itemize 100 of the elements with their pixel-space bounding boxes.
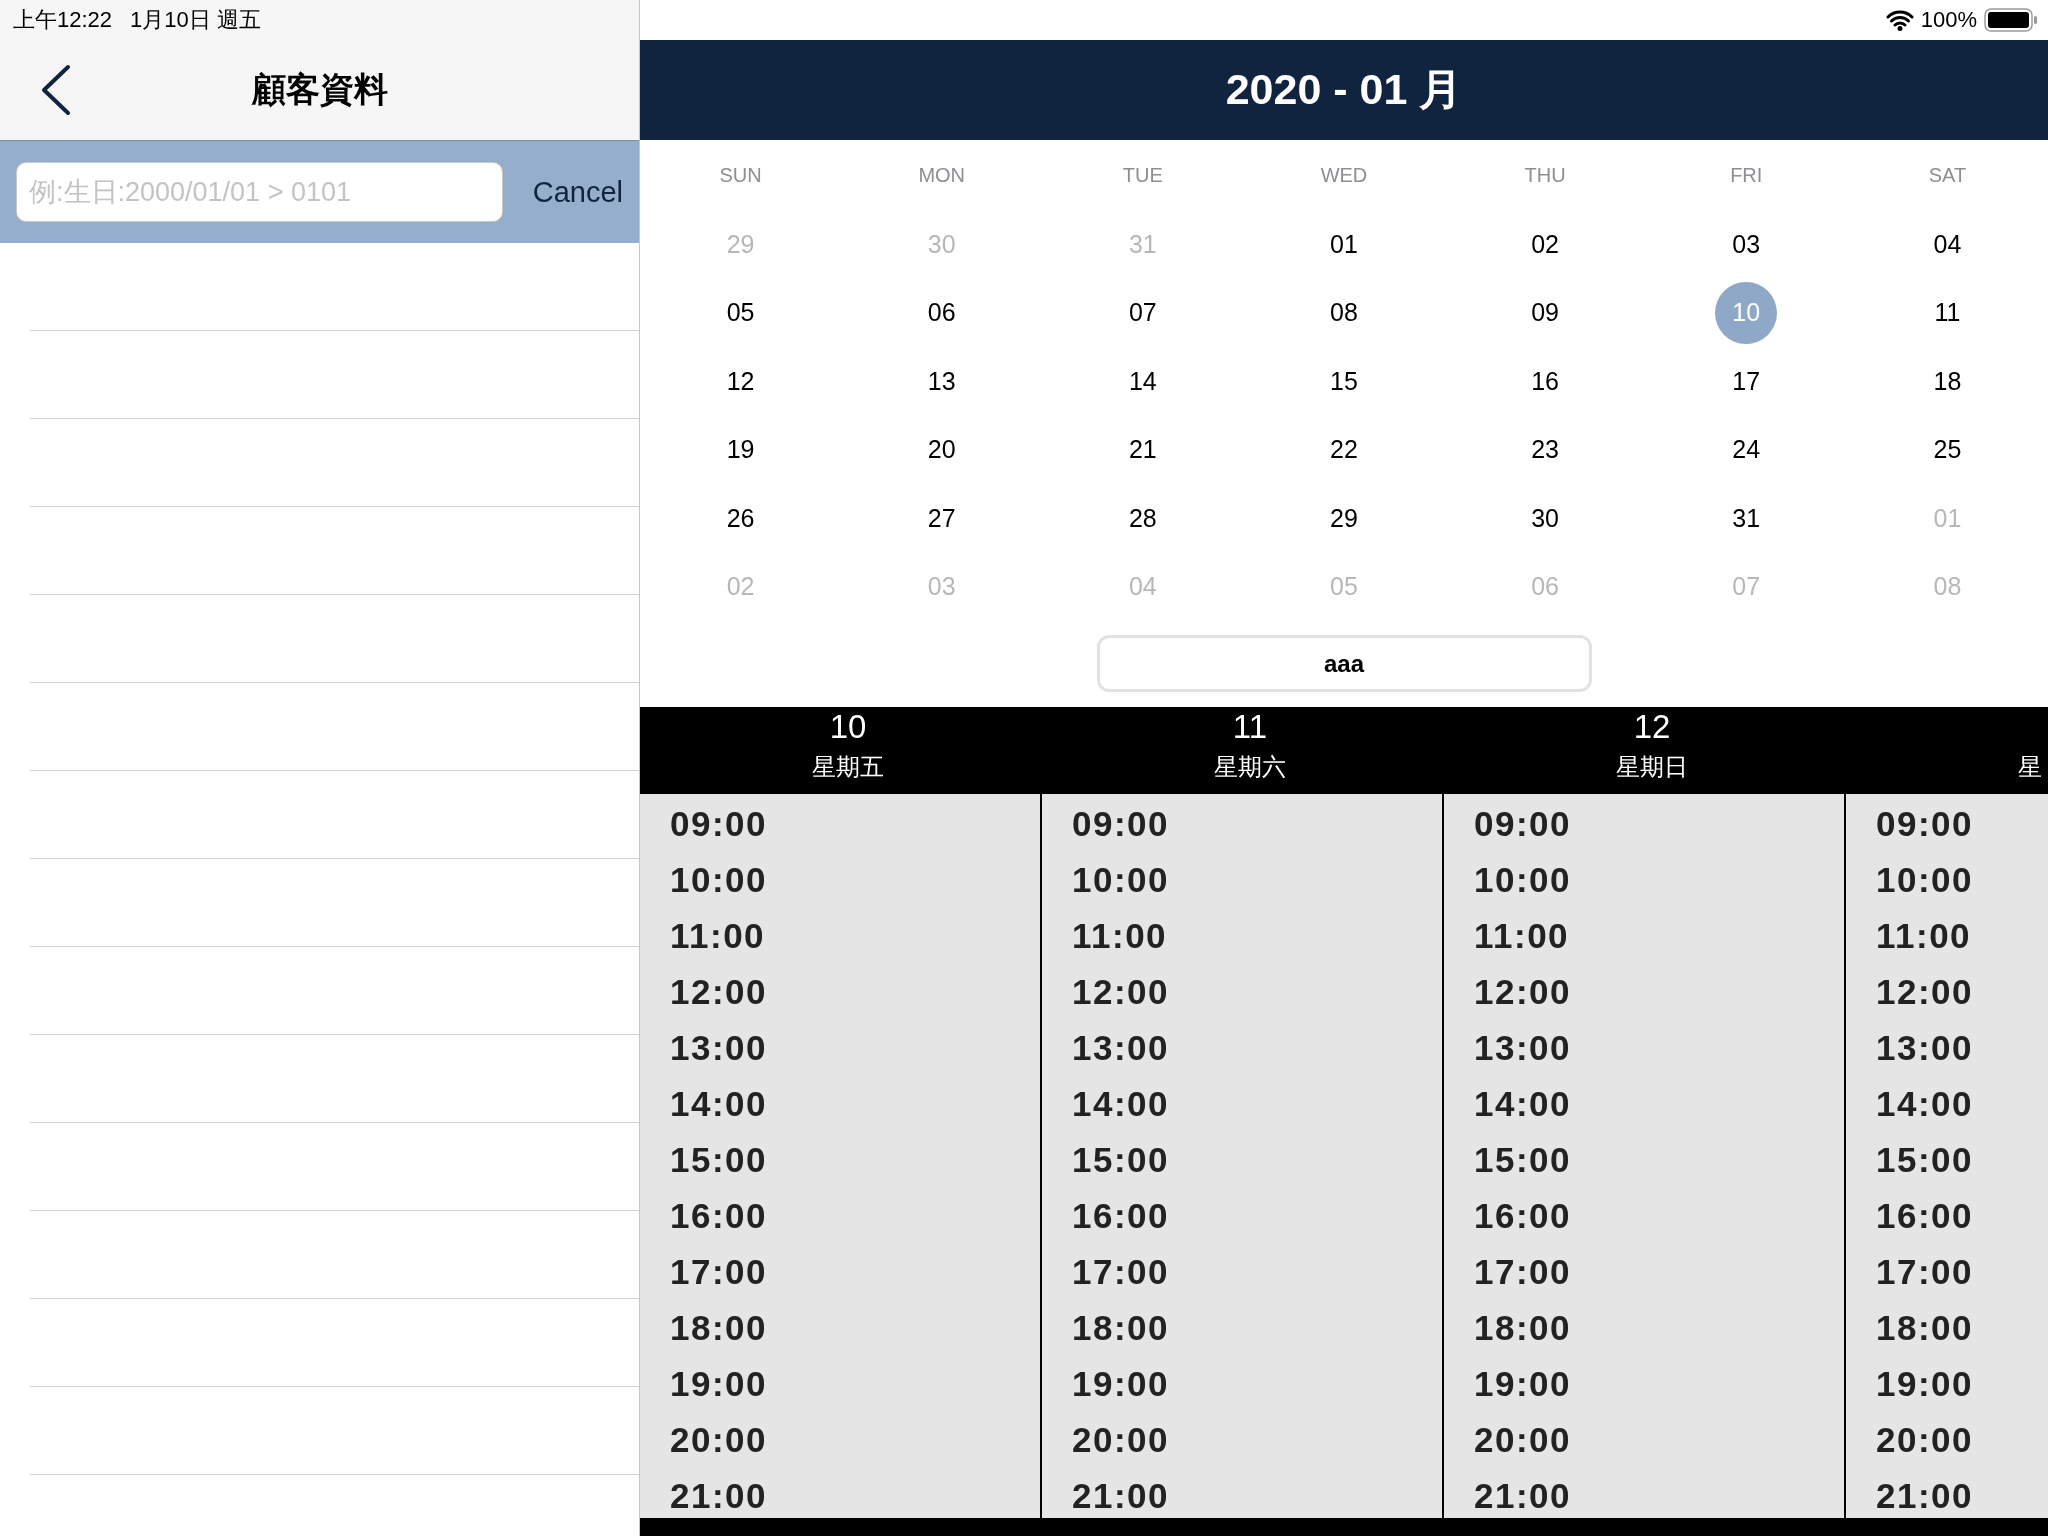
weekday-label: SUN xyxy=(719,163,762,187)
time-slot[interactable]: 17:00 xyxy=(1072,1250,1170,1294)
calendar-day[interactable]: 07 xyxy=(1111,281,1174,344)
calendar-day[interactable]: 23 xyxy=(1514,418,1577,481)
weekday-label: 星期六 xyxy=(1214,752,1286,782)
time-slot[interactable]: 13:00 xyxy=(1072,1026,1170,1070)
time-slot[interactable]: 21:00 xyxy=(1876,1474,1974,1518)
weekday-label: WED xyxy=(1320,163,1368,187)
time-slot[interactable]: 11:00 xyxy=(670,914,766,958)
day-number: 10 xyxy=(829,708,867,746)
wifi-icon xyxy=(1885,9,1914,31)
calendar-day[interactable]: 28 xyxy=(1111,487,1174,550)
time-slot[interactable]: 18:00 xyxy=(670,1306,768,1350)
calendar-day[interactable]: 08 xyxy=(1313,281,1375,344)
calendar-day[interactable]: 13 xyxy=(910,350,973,413)
time-slot[interactable]: 18:00 xyxy=(1072,1306,1170,1350)
time-slot[interactable]: 17:00 xyxy=(1474,1250,1572,1294)
calendar-day[interactable]: 25 xyxy=(1916,418,1979,481)
screen-title: 顧客資料 xyxy=(251,69,388,110)
time-slot[interactable]: 10:00 xyxy=(1072,858,1170,902)
calendar-day[interactable]: 27 xyxy=(910,487,973,550)
time-slot[interactable]: 10:00 xyxy=(1474,858,1572,902)
time-slot[interactable]: 12:00 xyxy=(1474,970,1572,1014)
time-slot[interactable]: 19:00 xyxy=(1072,1362,1170,1406)
time-slot[interactable]: 15:00 xyxy=(670,1138,768,1182)
time-slot[interactable]: 21:00 xyxy=(1072,1474,1170,1518)
time-slot[interactable]: 18:00 xyxy=(1474,1306,1572,1350)
weekday-label: 星期日 xyxy=(1616,752,1688,782)
cancel-button[interactable]: Cancel xyxy=(532,175,623,209)
time-slot[interactable]: 14:00 xyxy=(1876,1082,1974,1126)
calendar-day[interactable]: 03 xyxy=(1715,213,1778,276)
time-slot[interactable]: 16:00 xyxy=(670,1194,768,1238)
calendar-day[interactable]: 20 xyxy=(910,418,973,481)
time-slot[interactable]: 14:00 xyxy=(670,1082,768,1126)
time-slot[interactable]: 20:00 xyxy=(670,1418,768,1462)
calendar-day[interactable]: 24 xyxy=(1715,418,1778,481)
time-slot[interactable]: 11:00 xyxy=(1474,914,1570,958)
chevron-left-icon xyxy=(40,64,72,116)
time-slot[interactable]: 09:00 xyxy=(1474,802,1572,846)
time-slot[interactable]: 09:00 xyxy=(670,802,768,846)
calendar-day[interactable]: 06 xyxy=(910,281,973,344)
time-slot[interactable]: 09:00 xyxy=(1072,802,1170,846)
calendar-day[interactable]: 09 xyxy=(1514,281,1577,344)
time-slot[interactable]: 21:00 xyxy=(1474,1474,1572,1518)
time-slot[interactable]: 16:00 xyxy=(1876,1194,1974,1238)
calendar-day[interactable]: 14 xyxy=(1111,350,1174,413)
calendar-day[interactable]: 15 xyxy=(1313,350,1375,413)
calendar-day[interactable]: 21 xyxy=(1111,418,1174,481)
action-button[interactable]: aaa xyxy=(1096,635,1592,692)
time-slot[interactable]: 10:00 xyxy=(1876,858,1974,902)
battery-percent: 100% xyxy=(1920,7,1977,33)
time-slot[interactable]: 12:00 xyxy=(1876,970,1974,1014)
status-time: 上午12:22 xyxy=(13,6,113,34)
time-slot[interactable]: 15:00 xyxy=(1876,1138,1974,1182)
calendar-day[interactable]: 02 xyxy=(1514,213,1577,276)
calendar-day[interactable]: 29 xyxy=(1313,487,1375,550)
calendar-day[interactable]: 22 xyxy=(1313,418,1375,481)
time-slot[interactable]: 20:00 xyxy=(1474,1418,1572,1462)
time-slot[interactable]: 20:00 xyxy=(1876,1418,1974,1462)
time-slot[interactable]: 11:00 xyxy=(1876,914,1972,958)
weekday-label: FRI xyxy=(1730,163,1763,187)
back-button[interactable] xyxy=(40,64,72,116)
time-slot[interactable]: 10:00 xyxy=(670,858,768,902)
weekday-label: TUE xyxy=(1122,163,1163,187)
calendar-day[interactable]: 26 xyxy=(709,487,772,550)
time-slot[interactable]: 19:00 xyxy=(670,1362,768,1406)
time-slot[interactable]: 11:00 xyxy=(1072,914,1168,958)
time-slot[interactable]: 16:00 xyxy=(1474,1194,1572,1238)
time-slot[interactable]: 21:00 xyxy=(670,1474,768,1518)
calendar-day[interactable]: 12 xyxy=(709,350,772,413)
time-slot[interactable]: 15:00 xyxy=(1072,1138,1170,1182)
month-title: 2020 - 01 月 xyxy=(1225,64,1463,115)
calendar-day[interactable]: 16 xyxy=(1514,350,1577,413)
weekday-label: SAT xyxy=(1928,163,1967,187)
calendar-day[interactable]: 01 xyxy=(1313,213,1375,276)
time-slot[interactable]: 12:00 xyxy=(670,970,768,1014)
time-slot[interactable]: 13:00 xyxy=(1876,1026,1974,1070)
calendar-day[interactable]: 19 xyxy=(709,418,772,481)
time-slot[interactable]: 20:00 xyxy=(1072,1418,1170,1462)
calendar-day[interactable]: 04 xyxy=(1916,213,1979,276)
time-slot[interactable]: 14:00 xyxy=(1474,1082,1572,1126)
time-slot[interactable]: 15:00 xyxy=(1474,1138,1572,1182)
time-slot[interactable]: 13:00 xyxy=(670,1026,768,1070)
time-slot[interactable]: 19:00 xyxy=(1876,1362,1974,1406)
calendar-day[interactable]: 30 xyxy=(1514,487,1577,550)
time-slot[interactable]: 09:00 xyxy=(1876,802,1974,846)
time-slot[interactable]: 14:00 xyxy=(1072,1082,1170,1126)
calendar-day[interactable]: 18 xyxy=(1916,350,1979,413)
time-slot[interactable]: 19:00 xyxy=(1474,1362,1572,1406)
time-slot[interactable]: 17:00 xyxy=(1876,1250,1974,1294)
time-slot[interactable]: 12:00 xyxy=(1072,970,1170,1014)
time-slot[interactable]: 18:00 xyxy=(1876,1306,1974,1350)
calendar-day[interactable]: 05 xyxy=(709,281,772,344)
calendar-day[interactable]: 11 xyxy=(1916,281,1979,344)
search-field[interactable]: 例:生日:2000/01/01 > 0101 xyxy=(16,162,503,222)
calendar-day[interactable]: 31 xyxy=(1715,487,1778,550)
time-slot[interactable]: 13:00 xyxy=(1474,1026,1572,1070)
time-slot[interactable]: 17:00 xyxy=(670,1250,768,1294)
calendar-day[interactable]: 17 xyxy=(1715,350,1778,413)
time-slot[interactable]: 16:00 xyxy=(1072,1194,1170,1238)
